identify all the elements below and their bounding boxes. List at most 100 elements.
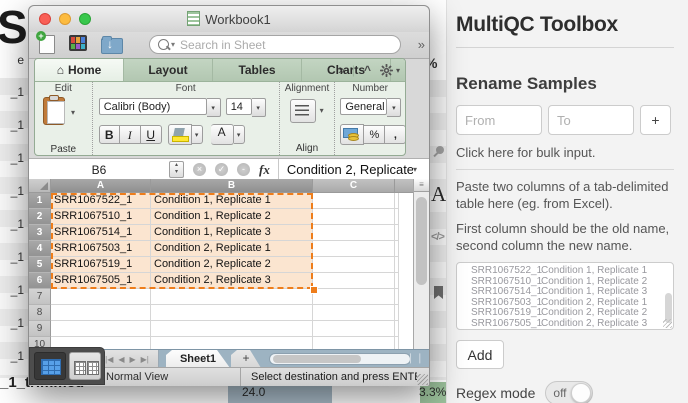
cell-c5[interactable] — [313, 257, 395, 273]
textarea-resize-handle[interactable] — [663, 319, 672, 328]
horizontal-scrollbar[interactable] — [269, 353, 411, 365]
add-button[interactable]: Add — [456, 340, 504, 369]
name-box-stepper[interactable]: ▴▾ — [169, 161, 184, 178]
row-header[interactable]: 5 — [29, 257, 51, 273]
cell-c10[interactable] — [313, 337, 395, 349]
gear-caret-icon[interactable]: ▾ — [396, 66, 400, 75]
new-workbook-icon[interactable] — [39, 35, 55, 54]
cell-b10[interactable] — [151, 337, 313, 349]
row-header[interactable]: 8 — [29, 305, 51, 321]
cell-c3[interactable] — [313, 225, 395, 241]
column-header-a[interactable]: A — [51, 179, 151, 193]
number-format-select[interactable]: General — [340, 98, 387, 115]
formula-input[interactable]: Condition 2, Replicate — [279, 162, 413, 177]
search-scope-caret-icon[interactable]: ▾ — [171, 40, 175, 49]
accept-entry-icon[interactable]: ✓ — [215, 163, 228, 176]
cell-b5[interactable]: Condition 2, Replicate 2 — [151, 257, 313, 273]
row-header[interactable]: 2 — [29, 209, 51, 225]
bold-button[interactable]: B — [99, 125, 120, 144]
cell-c9[interactable] — [313, 321, 395, 337]
cell-b6[interactable]: Condition 2, Replicate 3 — [151, 273, 313, 289]
open-folder-icon[interactable] — [101, 38, 123, 54]
ribbon-overflow-chevron[interactable]: » — [338, 63, 343, 77]
align-button[interactable] — [290, 99, 316, 123]
cell-a4[interactable]: SRR1067503_1 — [51, 241, 151, 257]
bulk-input-textarea[interactable]: SRR1067522_1Condition 1, Replicate 1SRR1… — [456, 262, 674, 330]
sheet-nav-arrow-icon[interactable]: |◀ — [105, 355, 113, 364]
search-field[interactable]: ▾ Search in Sheet — [149, 35, 401, 54]
cell-c8[interactable] — [313, 305, 395, 321]
cell-b9[interactable] — [151, 321, 313, 337]
row-header[interactable]: 6 — [29, 273, 51, 289]
bulk-input-link[interactable]: Click here for bulk input. — [456, 135, 674, 160]
horizontal-scrollbar-thumb[interactable] — [273, 355, 361, 363]
font-name-caret-icon[interactable]: ▾ — [207, 98, 221, 117]
row-header[interactable]: 9 — [29, 321, 51, 337]
row-header[interactable]: 3 — [29, 225, 51, 241]
fill-color-caret-icon[interactable]: ▾ — [192, 125, 203, 144]
percent-format-button[interactable]: % — [364, 125, 385, 144]
select-all-corner[interactable] — [29, 179, 51, 193]
sheet-nav-arrow-icon[interactable]: ▶| — [141, 355, 149, 364]
row-header[interactable]: 7 — [29, 289, 51, 305]
align-caret-icon[interactable]: ▾ — [320, 106, 324, 115]
gear-icon[interactable] — [380, 64, 393, 77]
cell-a6[interactable]: SRR1067505_1 — [51, 273, 151, 289]
cell-b2[interactable]: Condition 1, Replicate 2 — [151, 209, 313, 225]
font-color-button[interactable]: A — [211, 124, 234, 145]
cell-c2[interactable] — [313, 209, 395, 225]
italic-button[interactable]: I — [120, 125, 141, 144]
paste-caret-icon[interactable]: ▾ — [71, 108, 75, 117]
tab-split-handle[interactable]: ❘❘ — [406, 353, 425, 364]
underline-button[interactable]: U — [141, 125, 162, 144]
fill-handle[interactable] — [310, 286, 318, 294]
sheet-tab-sheet1[interactable]: Sheet1 — [166, 350, 230, 368]
window-resize-grip[interactable] — [417, 374, 428, 385]
add-sheet-tab[interactable]: + — [231, 350, 261, 368]
add-rename-pair-button[interactable]: + — [640, 105, 671, 135]
font-size-select[interactable]: 14 — [226, 98, 252, 115]
scrollbar-split-handle[interactable]: ≡ — [414, 179, 429, 192]
vertical-scrollbar[interactable]: ≡ — [413, 179, 429, 349]
ribbon-collapse-icon[interactable]: ^ — [364, 63, 371, 77]
column-header-c[interactable]: C — [313, 179, 395, 193]
regex-mode-toggle[interactable]: off — [545, 381, 593, 403]
cell-a5[interactable]: SRR1067519_1 — [51, 257, 151, 273]
cell-c6[interactable] — [313, 273, 395, 289]
normal-view-button[interactable] — [34, 352, 66, 380]
font-name-select[interactable]: Calibri (Body) — [99, 98, 207, 115]
cancel-entry-icon[interactable]: × — [193, 163, 206, 176]
cell-b1[interactable]: Condition 1, Replicate 1 — [151, 193, 313, 209]
vertical-scrollbar-thumb[interactable] — [416, 197, 427, 285]
comma-format-button[interactable]: , — [385, 125, 406, 144]
font-color-caret-icon[interactable]: ▾ — [234, 125, 245, 144]
paste-button[interactable] — [43, 97, 69, 129]
rename-from-input[interactable] — [456, 105, 542, 135]
cell-a3[interactable]: SRR1067514_1 — [51, 225, 151, 241]
column-header-b[interactable]: B — [151, 179, 313, 193]
template-gallery-icon[interactable] — [69, 35, 87, 51]
rename-to-input[interactable] — [548, 105, 634, 135]
cell-b7[interactable] — [151, 289, 313, 305]
row-header[interactable]: 4 — [29, 241, 51, 257]
cell-b4[interactable]: Condition 2, Replicate 1 — [151, 241, 313, 257]
tab-home[interactable]: ⌂Home — [35, 59, 124, 81]
cell-b3[interactable]: Condition 1, Replicate 3 — [151, 225, 313, 241]
cell-c4[interactable] — [313, 241, 395, 257]
font-size-caret-icon[interactable]: ▾ — [252, 98, 266, 117]
cell-c1[interactable] — [313, 193, 395, 209]
cell-b8[interactable] — [151, 305, 313, 321]
sheet-nav-arrow-icon[interactable]: ◀ — [118, 355, 124, 364]
row-header[interactable]: 1 — [29, 193, 51, 209]
page-layout-view-button[interactable] — [69, 352, 101, 380]
cell-a1[interactable]: SRR1067522_1 — [51, 193, 151, 209]
tab-layout[interactable]: Layout — [124, 59, 213, 81]
name-box[interactable]: B6 — [29, 163, 169, 177]
toolbar-overflow-chevron[interactable]: » — [418, 37, 423, 52]
number-format-caret-icon[interactable]: ▾ — [387, 98, 401, 117]
cell-a9[interactable] — [51, 321, 151, 337]
cell-a8[interactable] — [51, 305, 151, 321]
cell-c7[interactable] — [313, 289, 395, 305]
window-titlebar[interactable]: Workbook1 — [29, 6, 429, 33]
fill-color-button[interactable] — [168, 124, 192, 145]
